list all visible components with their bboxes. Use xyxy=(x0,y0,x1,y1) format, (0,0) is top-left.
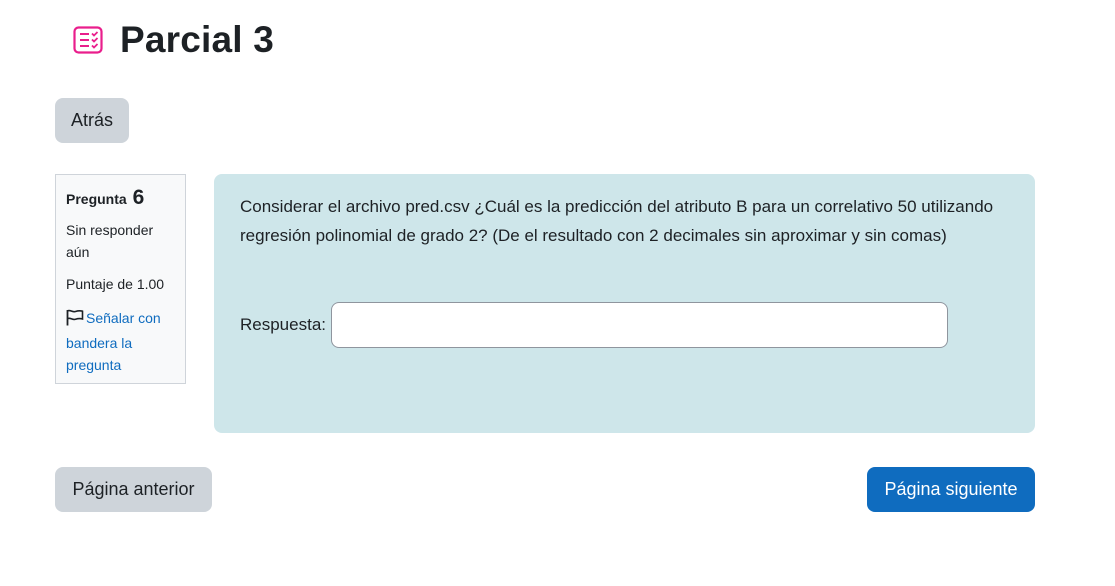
question-info-panel: Pregunta 6 Sin responder aún Puntaje de … xyxy=(55,174,186,384)
quiz-icon xyxy=(72,24,104,56)
back-button[interactable]: Atrás xyxy=(55,98,129,143)
previous-page-button[interactable]: Página anterior xyxy=(55,467,212,512)
question-heading-label: Pregunta xyxy=(66,191,127,207)
flag-question-link[interactable]: Señalar con bandera la pregunta xyxy=(66,307,175,376)
next-page-button[interactable]: Página siguiente xyxy=(867,467,1035,512)
answer-label: Respuesta: xyxy=(240,315,326,334)
page-title: Parcial 3 xyxy=(120,19,275,60)
question-heading: Pregunta 6 xyxy=(66,184,175,213)
question-state: Sin responder aún xyxy=(66,222,154,260)
question-grade: Puntaje de 1.00 xyxy=(66,276,165,292)
answer-row: Respuesta: xyxy=(240,302,948,348)
question-text: Considerar el archivo pred.csv ¿Cuál es … xyxy=(240,197,994,245)
question-content: Considerar el archivo pred.csv ¿Cuál es … xyxy=(214,174,1035,433)
answer-input[interactable] xyxy=(331,302,948,348)
question-number: 6 xyxy=(132,186,145,209)
page-header: Parcial 3 xyxy=(72,16,274,64)
flag-icon xyxy=(66,309,84,332)
